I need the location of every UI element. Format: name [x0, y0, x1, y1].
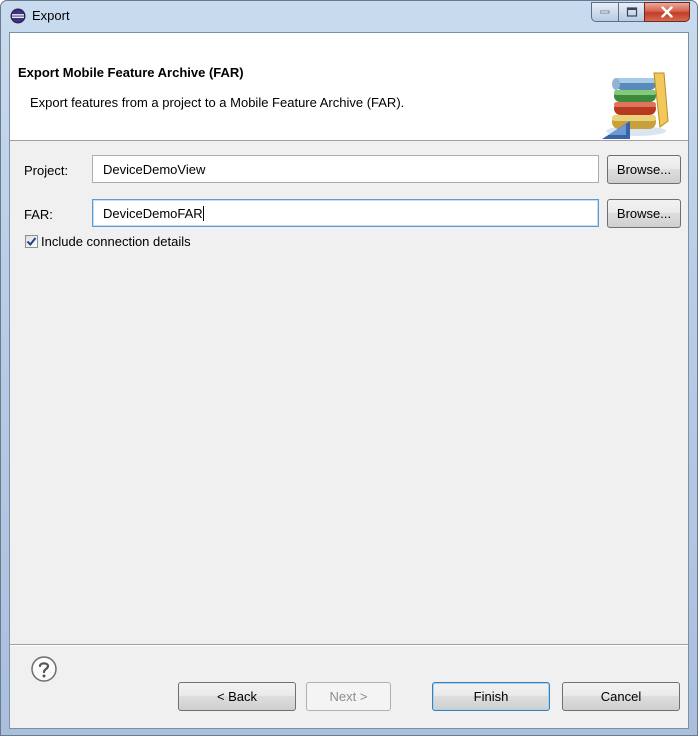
far-input[interactable]: DeviceDemoFAR: [92, 199, 599, 227]
project-label: Project:: [24, 163, 69, 178]
dialog-body: Export Mobile Feature Archive (FAR) Expo…: [9, 32, 689, 729]
far-browse-button[interactable]: Browse...: [607, 199, 681, 228]
project-value: DeviceDemoView: [103, 162, 206, 177]
eclipse-icon: [10, 8, 26, 24]
back-button[interactable]: < Back: [178, 682, 296, 711]
include-connection-label: Include connection details: [41, 234, 191, 249]
maximize-icon: [626, 7, 637, 17]
banner-title: Export Mobile Feature Archive (FAR): [18, 65, 244, 80]
minimize-icon: [600, 10, 610, 14]
window-title: Export: [32, 8, 70, 23]
text-caret: [202, 206, 204, 221]
close-button[interactable]: [644, 2, 690, 22]
maximize-button[interactable]: [618, 2, 644, 22]
project-row: Project: DeviceDemoView Browse...: [10, 155, 688, 185]
next-button[interactable]: Next >: [306, 682, 391, 711]
footer-separator: [10, 644, 688, 646]
help-icon[interactable]: [30, 655, 58, 683]
minimize-button[interactable]: [591, 2, 618, 22]
cancel-button[interactable]: Cancel: [562, 682, 680, 711]
far-label: FAR:: [24, 207, 53, 222]
project-input[interactable]: DeviceDemoView: [92, 155, 599, 183]
window-controls: [591, 2, 690, 24]
banner-description: Export features from a project to a Mobi…: [30, 95, 405, 110]
checkmark-icon: [26, 237, 37, 247]
project-browse-button[interactable]: Browse...: [607, 155, 681, 184]
title-bar[interactable]: Export: [1, 1, 697, 32]
wizard-banner: Export Mobile Feature Archive (FAR) Expo…: [10, 33, 688, 141]
close-icon: [661, 6, 673, 18]
archive-stack-icon: [602, 72, 669, 139]
export-dialog-window: Export Export Mobile Feature Archive (FA…: [0, 0, 698, 736]
finish-button[interactable]: Finish: [432, 682, 550, 711]
include-connection-checkbox[interactable]: [25, 235, 38, 248]
far-value: DeviceDemoFAR: [103, 206, 203, 221]
far-row: FAR: DeviceDemoFAR Browse...: [10, 199, 688, 229]
include-connection-row[interactable]: Include connection details: [25, 234, 325, 250]
